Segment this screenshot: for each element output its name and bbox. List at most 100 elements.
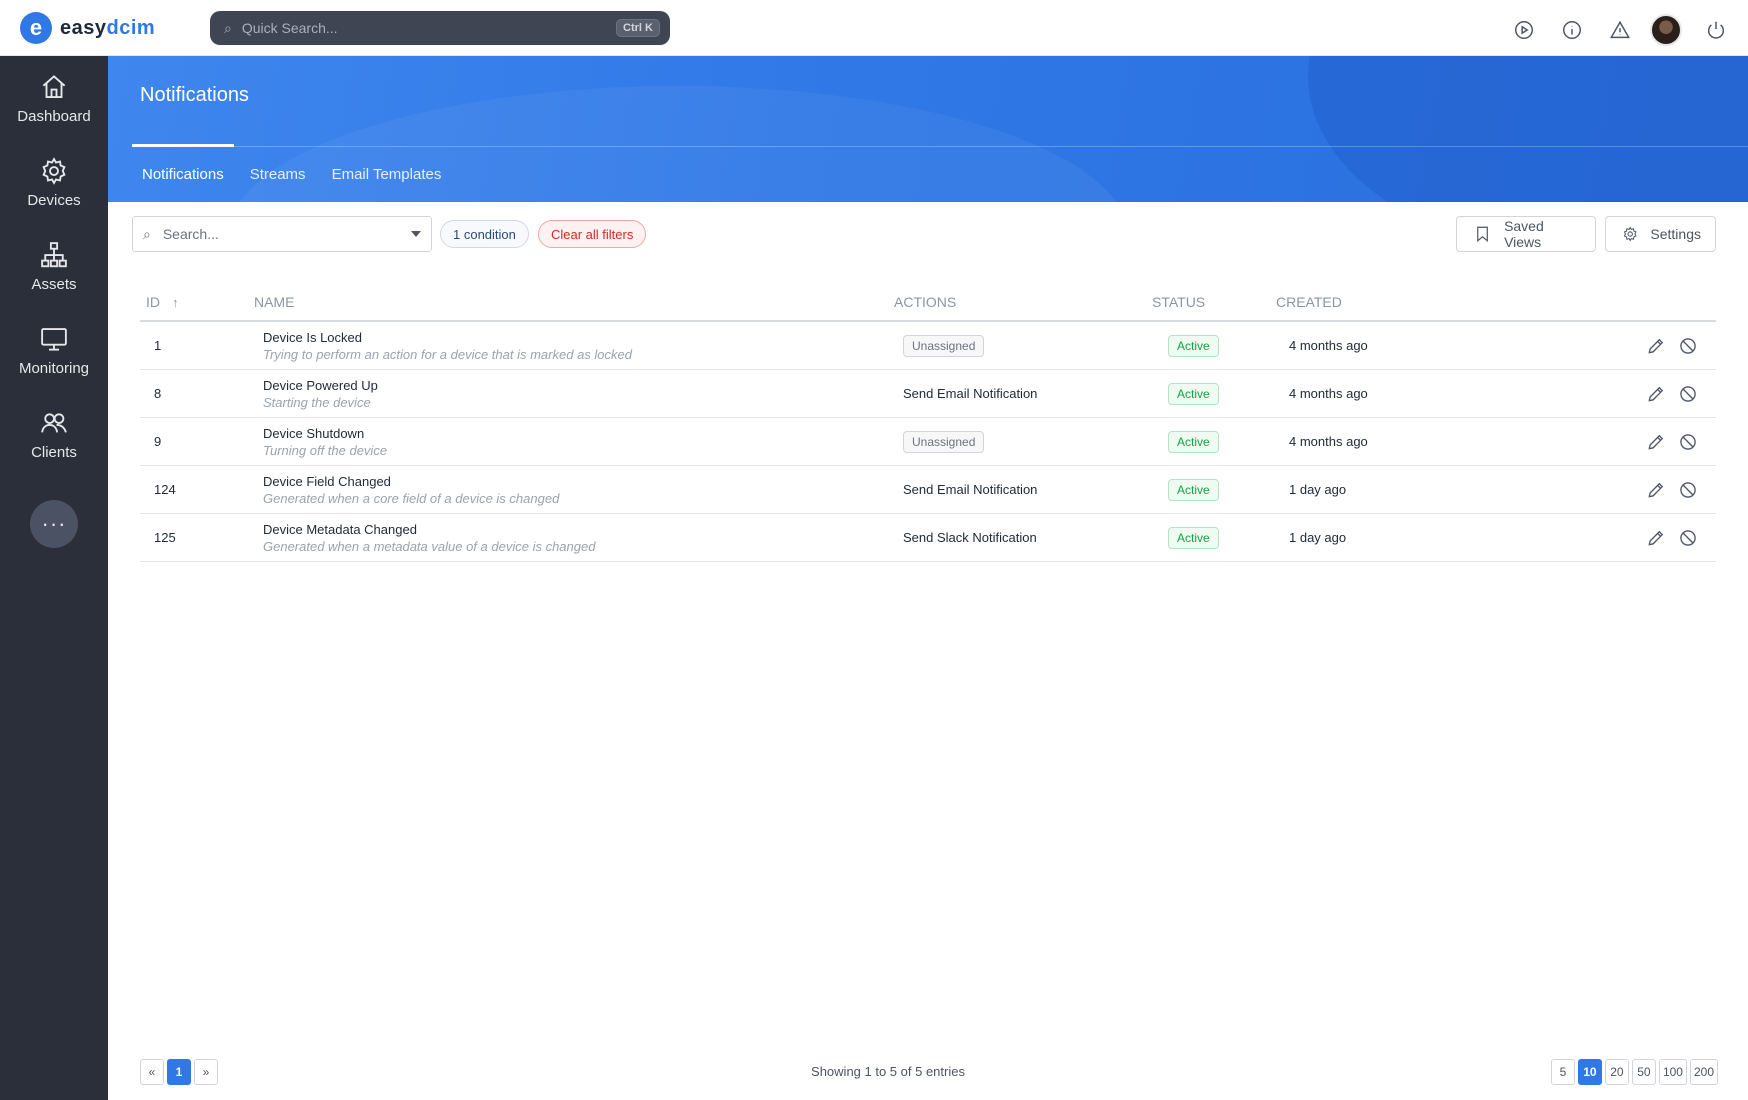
sidebar-item-clients[interactable]: Clients [0,392,108,476]
disable-icon[interactable] [1676,478,1700,502]
page-size-option[interactable]: 10 [1577,1059,1602,1085]
notification-description: Starting the device [263,394,371,410]
notification-description: Generated when a core field of a device … [263,490,560,506]
table-search-input[interactable]: ⌕ Search... [132,216,432,252]
edit-pencil-icon[interactable] [1644,382,1668,406]
page-size-option[interactable]: 20 [1604,1059,1629,1085]
column-header-id[interactable]: ID ↑ [140,294,254,310]
column-header-status[interactable]: STATUS [1152,294,1276,310]
more-menu-button[interactable]: ··· [30,500,78,548]
saved-views-button[interactable]: Saved Views [1456,216,1596,252]
sidebar-item-assets[interactable]: Assets [0,224,108,308]
brand-name-accent: dcim [106,16,156,39]
quick-search-input[interactable]: ⌕ Quick Search... Ctrl K [210,11,670,45]
cell-actions: Send Email Notification [903,482,1038,497]
cell-status: Active [1152,382,1276,405]
users-icon [41,412,67,433]
notification-name[interactable]: Device Metadata Changed [263,522,894,537]
power-icon[interactable] [1702,16,1730,44]
page-size-option[interactable]: 50 [1631,1059,1656,1085]
notification-description: Generated when a metadata value of a dev… [263,538,596,554]
notification-name[interactable]: Device Shutdown [263,426,894,441]
row-actions [1576,334,1716,358]
cell-status: Active [1152,526,1276,549]
cell-id: 125 [154,530,176,545]
column-header-label: ID [146,294,160,310]
monitor-icon [41,327,67,351]
status-badge: Active [1168,430,1219,453]
edit-pencil-icon[interactable] [1644,526,1668,550]
top-bar: e easydcim ⌕ Quick Search... Ctrl K [0,0,1748,56]
table-row[interactable]: 8 Device Powered Up Starting the device … [140,370,1716,418]
table-row[interactable]: 125 Device Metadata Changed Generated wh… [140,514,1716,562]
row-actions [1576,478,1716,502]
table-row[interactable]: 9 Device Shutdown Turning off the device… [140,418,1716,466]
cell-id: 1 [154,338,162,353]
clear-filters-chip[interactable]: Clear all filters [538,220,647,248]
notification-name[interactable]: Device Is Locked [263,330,894,345]
chevron-down-icon[interactable] [411,231,421,237]
tab-bar: Notifications Streams Email Templates [132,144,457,202]
page-header: Notifications Notifications Streams Emai… [108,56,1748,202]
brand-name-prefix: easy [60,16,107,39]
notification-name[interactable]: Device Powered Up [263,378,894,393]
brand-logo[interactable]: e easydcim [20,12,155,44]
disable-icon[interactable] [1676,334,1700,358]
disable-icon[interactable] [1676,382,1700,406]
page-size-option[interactable]: 200 [1689,1059,1718,1085]
column-header-name[interactable]: NAME [254,294,894,310]
unassigned-badge: Unassigned [903,334,985,357]
condition-chip[interactable]: 1 condition [440,220,529,248]
disable-icon[interactable] [1676,430,1700,454]
search-icon: ⌕ [224,19,232,36]
cell-id: 9 [154,434,162,449]
home-icon [42,74,66,98]
settings-label: Settings [1650,226,1701,242]
info-icon[interactable] [1558,16,1586,44]
page-size-option[interactable]: 5 [1550,1059,1575,1085]
top-actions [1490,14,1748,46]
edit-pencil-icon[interactable] [1644,430,1668,454]
header-decoration [1308,56,1748,202]
column-header-actions[interactable]: ACTIONS [894,294,1152,310]
sidebar-item-label: Monitoring [18,359,90,377]
status-badge: Active [1168,334,1219,357]
brand-name: easydcim [60,17,155,40]
cell-status: Active [1152,334,1276,357]
sidebar-item-label: Assets [31,275,77,293]
status-badge: Active [1168,526,1219,549]
cell-actions: Send Slack Notification [903,530,1037,545]
notification-name[interactable]: Device Field Changed [263,474,894,489]
warning-icon[interactable] [1606,16,1634,44]
cell-status: Active [1152,430,1276,453]
tab-notifications[interactable]: Notifications [132,144,234,202]
settings-button[interactable]: Settings [1605,216,1716,252]
tab-streams[interactable]: Streams [240,146,316,202]
cell-name: Device Metadata Changed Generated when a… [254,522,894,554]
cell-name: Device Field Changed Generated when a co… [254,474,894,506]
sidebar-item-dashboard[interactable]: Dashboard [0,56,108,140]
sidebar-item-monitoring[interactable]: Monitoring [0,308,108,392]
hierarchy-icon [41,241,67,267]
edit-pencil-icon[interactable] [1644,478,1668,502]
quick-search-placeholder: Quick Search... [241,20,338,36]
cell-created: 4 months ago [1289,434,1368,449]
gear-icon [42,156,66,185]
tab-email-templates[interactable]: Email Templates [322,146,452,202]
table-row[interactable]: 124 Device Field Changed Generated when … [140,466,1716,514]
disable-icon[interactable] [1676,526,1700,550]
sidebar-item-label: Clients [31,443,77,461]
table-row[interactable]: 1 Device Is Locked Trying to perform an … [140,322,1716,370]
page-title: Notifications [140,84,249,106]
play-icon[interactable] [1510,16,1538,44]
cell-created: 1 day ago [1289,482,1347,497]
edit-pencil-icon[interactable] [1644,334,1668,358]
page-size-option[interactable]: 100 [1658,1059,1687,1085]
column-header-created[interactable]: CREATED [1276,294,1576,310]
table-header: ID ↑ NAME ACTIONS STATUS CREATED [140,284,1716,322]
sidebar: Dashboard Devices Assets Monitoring Clie… [0,56,108,1100]
sidebar-item-devices[interactable]: Devices [0,140,108,224]
cell-created: 4 months ago [1289,338,1368,353]
user-avatar[interactable] [1650,14,1682,46]
sidebar-item-label: Dashboard [17,107,91,125]
